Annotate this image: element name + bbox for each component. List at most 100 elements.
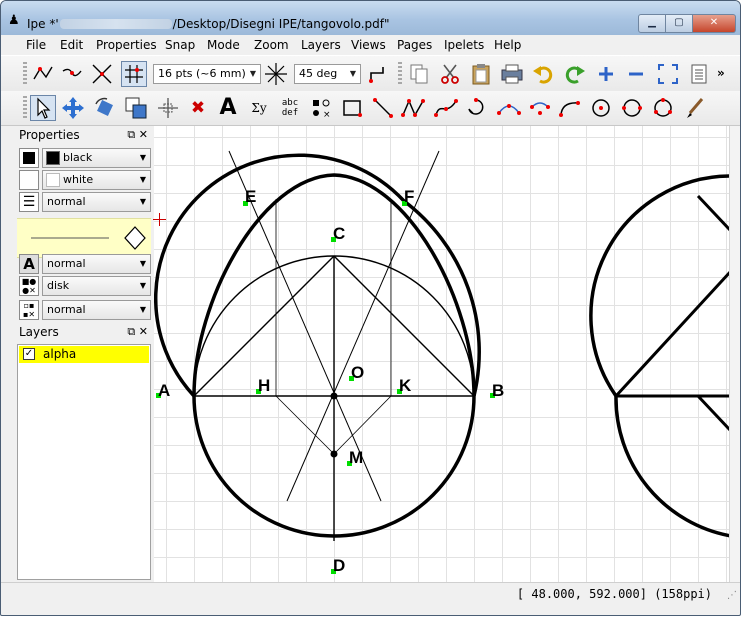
point-label-o[interactable]: O	[351, 363, 364, 382]
polygon-mode-icon[interactable]	[400, 95, 426, 121]
dock-close-icon[interactable]: ✕	[139, 128, 148, 141]
menu-ipelets[interactable]: Ipelets	[444, 38, 484, 52]
circle-diameter-icon[interactable]	[619, 95, 645, 121]
fit-page-icon[interactable]	[655, 61, 681, 87]
point-label-k[interactable]: K	[399, 376, 412, 395]
undock-icon[interactable]: ⧉	[127, 128, 135, 141]
cursor-coordinates: [ 48.000, 592.000]	[516, 587, 647, 601]
layer-visibility-checkbox[interactable]: ✓	[23, 348, 35, 360]
textsize-select[interactable]: normal ▼	[42, 254, 151, 274]
menu-views[interactable]: Views	[351, 38, 386, 52]
menu-layers[interactable]: Layers	[301, 38, 341, 52]
ink-mode-icon[interactable]	[681, 95, 707, 121]
zoom-resolution: (158ppi)	[654, 587, 712, 601]
status-readout: [ 48.000, 592.000] (158ppi)	[517, 587, 712, 601]
point-label-f[interactable]: F	[404, 187, 414, 206]
arc-3points-icon[interactable]	[496, 95, 522, 121]
point-label-m[interactable]: M	[349, 448, 363, 467]
point-label-a[interactable]: A	[158, 381, 170, 400]
menu-edit[interactable]: Edit	[60, 38, 83, 52]
symbol-size-select[interactable]: normal ▼	[42, 300, 151, 320]
point-label-h[interactable]: H	[258, 376, 270, 395]
redo-icon[interactable]	[562, 61, 588, 87]
vertical-scrollbar[interactable]	[729, 126, 740, 582]
pan-mode-icon[interactable]	[155, 95, 181, 121]
mark-shape-icon[interactable]: ■● ●✕	[19, 276, 39, 296]
arc-center-icon[interactable]	[527, 95, 553, 121]
rectangle-mode-icon[interactable]	[339, 95, 365, 121]
layers-panel-title: Layers ⧉ ✕	[19, 325, 148, 339]
page-icon[interactable]	[686, 61, 712, 87]
symbol-size-icon[interactable]: ▫▪ ▪✕	[19, 300, 39, 320]
snap-custom-icon[interactable]	[365, 61, 391, 87]
spline-closed-mode-icon[interactable]	[463, 95, 489, 121]
mark-mode-icon[interactable]: ×	[308, 95, 334, 121]
circle-mode-icon[interactable]	[588, 95, 614, 121]
menu-pages[interactable]: Pages	[397, 38, 432, 52]
toolbar-grip[interactable]	[23, 62, 27, 86]
undock-icon[interactable]: ⧉	[127, 325, 135, 338]
stroke-color-button[interactable]	[19, 148, 39, 168]
zoom-in-icon[interactable]	[593, 61, 619, 87]
cut-icon[interactable]	[437, 61, 463, 87]
menu-properties[interactable]: Properties	[96, 38, 157, 52]
svg-text:×: ×	[323, 110, 331, 119]
snap-grid-icon[interactable]	[121, 61, 147, 87]
title-bar: ♟ Ipe *'/Desktop/Disegni IPE/tangovolo.p…	[1, 1, 740, 36]
point-label-b[interactable]: B	[492, 381, 504, 400]
point-label-c[interactable]: C	[333, 224, 345, 243]
snap-vertex-icon[interactable]	[30, 61, 56, 87]
point-label-d[interactable]: D	[333, 556, 345, 575]
pen-select[interactable]: normal ▼	[42, 192, 151, 212]
menu-help[interactable]: Help	[494, 38, 521, 52]
snap-angle-icon[interactable]	[263, 61, 289, 87]
stretch-mode-icon[interactable]	[123, 95, 149, 121]
print-icon[interactable]	[499, 61, 525, 87]
minimize-icon[interactable]: ▁	[638, 14, 666, 33]
window-title: Ipe *'/Desktop/Disegni IPE/tangovolo.pdf…	[27, 17, 390, 31]
close-icon[interactable]: ✕	[693, 14, 736, 33]
select-mode-icon[interactable]	[30, 95, 56, 121]
translate-mode-icon[interactable]	[60, 95, 86, 121]
circle-3points-icon[interactable]	[650, 95, 676, 121]
line-mode-icon[interactable]	[370, 95, 396, 121]
path-style-preview[interactable]	[17, 218, 151, 258]
fill-color-button[interactable]	[19, 170, 39, 190]
properties-dock: Properties ⧉ ✕ black ▼ white ▼ ☰ normal ▼ A…	[17, 126, 152, 582]
copy-icon[interactable]	[406, 61, 432, 87]
pen-width-icon[interactable]: ☰	[19, 192, 39, 212]
dock-close-icon[interactable]: ✕	[139, 325, 148, 338]
math-mode-icon[interactable]: Σy	[246, 95, 272, 121]
menu-mode[interactable]: Mode	[207, 38, 240, 52]
menu-snap[interactable]: Snap	[165, 38, 195, 52]
text-size-icon[interactable]: A	[19, 254, 39, 274]
zoom-out-icon[interactable]	[623, 61, 649, 87]
toolbar-grip[interactable]	[398, 62, 402, 86]
text-mode-icon[interactable]: A	[215, 95, 241, 121]
menu-file[interactable]: File	[26, 38, 46, 52]
undo-icon[interactable]	[530, 61, 556, 87]
stroke-select[interactable]: black ▼	[42, 148, 151, 168]
arc-ccw-icon[interactable]	[557, 95, 583, 121]
snap-intersection-icon[interactable]	[89, 61, 115, 87]
delete-icon[interactable]: ✖	[185, 95, 211, 121]
crosshair-cursor-icon	[153, 213, 166, 226]
fill-select[interactable]: white ▼	[42, 170, 151, 190]
snap-boundary-icon[interactable]	[59, 61, 85, 87]
drawing-canvas[interactable]: E F C A H O K B M D	[154, 126, 729, 582]
point-label-e[interactable]: E	[245, 187, 256, 206]
status-bar: [ 48.000, 592.000] (158ppi) ⋰	[1, 582, 740, 605]
angle-select[interactable]: 45 deg ▼	[294, 64, 361, 84]
paste-icon[interactable]	[468, 61, 494, 87]
grid-size-select[interactable]: 16 pts (~6 mm) ▼	[153, 64, 261, 84]
toolbar-overflow-button[interactable]: »	[717, 66, 725, 80]
toolbar-grip[interactable]	[23, 96, 27, 120]
spline-mode-icon[interactable]	[433, 95, 459, 121]
mark-shape-select[interactable]: disk ▼	[42, 276, 151, 296]
maximize-icon[interactable]: ▢	[666, 14, 693, 33]
resize-grip-icon[interactable]: ⋰	[727, 590, 739, 602]
rotate-mode-icon[interactable]	[92, 95, 118, 121]
menu-zoom[interactable]: Zoom	[254, 38, 289, 52]
layer-item-alpha[interactable]: ✓ alpha	[19, 346, 149, 363]
paragraph-mode-icon[interactable]: abc def	[277, 95, 303, 121]
